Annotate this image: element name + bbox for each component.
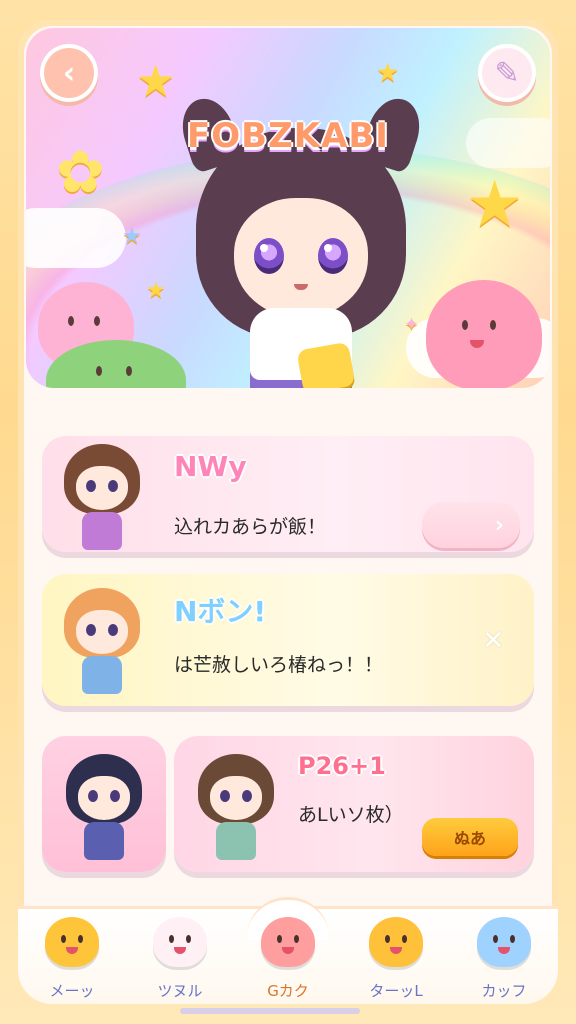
nav-label: メーッ [49,982,95,1000]
sticker-button[interactable]: ✎ [478,44,536,102]
character-avatar [60,750,148,862]
nav-label: カッフ [481,982,527,1000]
cloud-decoration [26,208,126,268]
white-cat-icon [153,917,207,967]
pink-bear-icon [261,917,315,967]
star-icon: ★ [146,278,166,303]
close-icon[interactable]: ✕ [482,626,504,656]
nav-label: ツヌル [157,982,203,1000]
hero-banner: ‹ ✎ ★ ★ ✿ ★ ★ ★ ✦ FOBZKABI [26,28,550,388]
nav-item-3[interactable]: Gカク [243,897,333,1004]
nav-item-4[interactable]: ターッL [351,911,441,1004]
sticker-icon: ✎ [494,55,520,91]
star-icon: ★ [466,168,524,242]
quest-card-2[interactable]: Nボン! は芒赦しいろ椿ねっ！！ ✕ [42,574,534,706]
character-tile[interactable] [42,736,166,872]
bottom-nav: メーッ ツヌル Gカク ターッL カッフ [18,897,558,1004]
nav-label: Gカク [267,982,309,1000]
character-avatar [58,440,146,552]
character-avatar [58,584,146,696]
play-button[interactable]: ぬあ [422,818,518,856]
nav-label: ターッL [369,982,423,1000]
card-title: NWy [174,450,247,483]
hero-title: FOBZKABI [187,116,389,156]
blue-blob-icon [477,917,531,967]
card-text: あLいソ枚） [298,804,404,826]
back-button[interactable]: ‹ [40,44,98,102]
quest-card-1[interactable]: NWy 込れカあらが飯！ › [42,436,534,552]
quest-card-3[interactable]: P26+1 あLいソ枚） ぬあ [174,736,534,872]
app-frame: ‹ ✎ ★ ★ ✿ ★ ★ ★ ✦ FOBZKABI NWy 込れカあらが飯！ … [18,20,558,1004]
card-title: P26+1 [298,752,386,780]
character-face [234,198,368,318]
yellow-blob-icon [369,917,423,967]
star-icon: ★ [136,56,176,107]
name-card-icon [296,341,356,388]
star-icon: ★ [122,224,142,249]
nav-item-5[interactable]: カッフ [459,911,549,1004]
character-avatar [192,750,280,862]
home-indicator[interactable] [180,1008,360,1014]
orange-blob-icon [45,917,99,967]
card-arrow-button[interactable]: › [422,502,520,548]
card-text: 込れカあらが飯！ [174,516,327,538]
nav-item-2[interactable]: ツヌル [135,911,225,1004]
card-title: Nボン! [174,595,267,628]
card-text: は芒赦しいろ椿ねっ！！ [174,654,384,676]
chevron-right-icon: › [494,512,504,538]
pink-blob-decoration [426,280,542,388]
nav-item-1[interactable]: メーッ [27,911,117,1004]
chevron-left-icon: ‹ [62,55,76,91]
star-icon: ★ [376,58,400,88]
